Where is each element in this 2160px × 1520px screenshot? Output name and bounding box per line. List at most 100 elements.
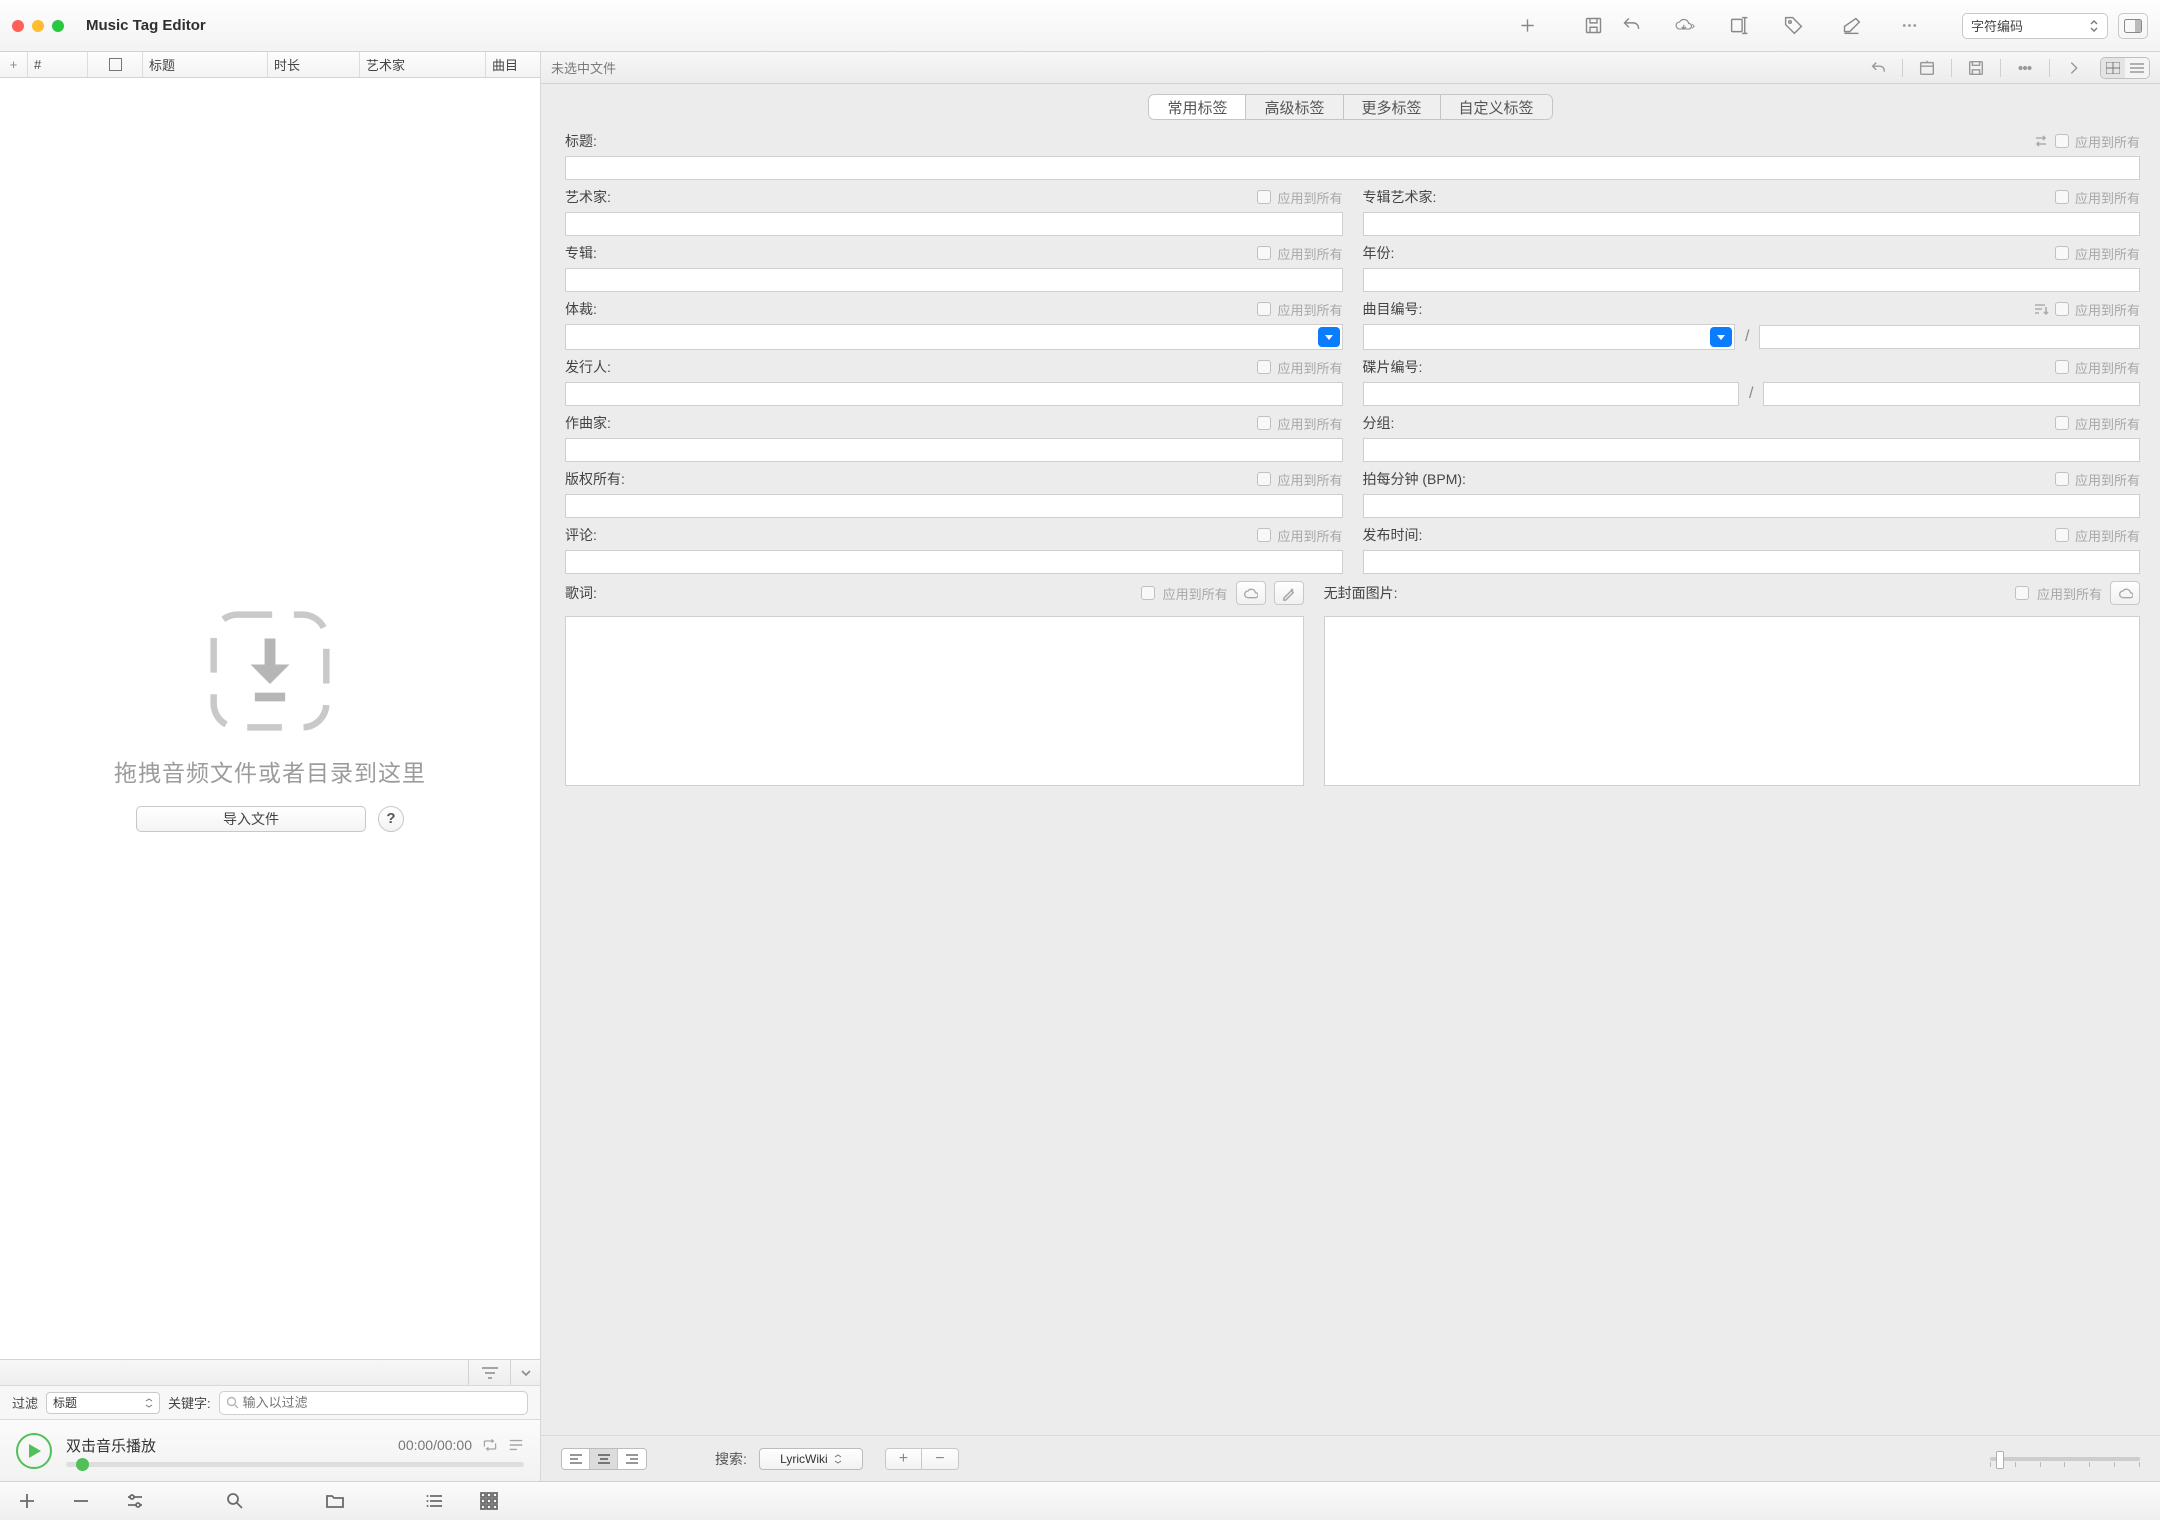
publisher-input[interactable] [565,382,1343,406]
add-file-button[interactable] [1508,8,1546,44]
close-window-button[interactable] [12,20,24,32]
tab-custom[interactable]: 自定义标签 [1440,94,1553,120]
album-apply-check[interactable] [1257,246,1271,260]
album-artist-input[interactable] [1363,212,2141,236]
detail-more-button[interactable] [2011,56,2039,80]
playlist-icon[interactable] [508,1437,524,1453]
bb-list-view-button[interactable] [422,1488,448,1514]
search-icon [226,1396,239,1409]
import-files-button[interactable]: 导入文件 [136,806,366,832]
year-apply-check[interactable] [2055,246,2069,260]
bb-add-button[interactable] [14,1488,40,1514]
title-input[interactable] [565,156,2140,180]
track-total-input[interactable] [1759,325,2140,349]
toggle-right-panel[interactable] [2118,13,2148,39]
minimize-window-button[interactable] [32,20,44,32]
list-header: + # 标题 时长 艺术家 曲目 [0,52,540,78]
discno-apply-check[interactable] [2055,360,2069,374]
detail-save-button[interactable] [1962,56,1990,80]
grouping-input[interactable] [1363,438,2141,462]
tab-common[interactable]: 常用标签 [1148,94,1246,120]
release-apply-check[interactable] [2055,528,2069,542]
encoding-select[interactable]: 字符编码 [1962,13,2108,39]
align-center-button[interactable] [590,1449,618,1469]
detail-undo-button[interactable] [1864,56,1892,80]
bb-search-button[interactable] [222,1488,248,1514]
view-mode-list[interactable] [2125,58,2149,78]
add-column-button[interactable]: + [0,52,28,77]
bb-folder-button[interactable] [322,1488,348,1514]
filter-chevron-button[interactable] [510,1360,540,1385]
lyrics-apply-check[interactable] [1141,586,1155,600]
composer-apply-check[interactable] [1257,416,1271,430]
artist-apply-check[interactable] [1257,190,1271,204]
bpm-input[interactable] [1363,494,2141,518]
align-right-button[interactable] [618,1449,646,1469]
bb-config-button[interactable] [122,1488,148,1514]
cover-dropzone[interactable] [1324,616,2140,786]
zoom-window-button[interactable] [52,20,64,32]
release-time-input[interactable] [1363,550,2141,574]
zoom-slider[interactable] [1990,1457,2140,1461]
repeat-icon[interactable] [482,1437,498,1453]
albumartist-apply-check[interactable] [2055,190,2069,204]
sort-icon[interactable] [2033,301,2049,317]
title-apply-check[interactable] [2055,134,2069,148]
col-number[interactable]: # [28,52,88,77]
comment-input[interactable] [565,550,1343,574]
lyrics-edit-button[interactable] [1274,581,1304,605]
copyright-apply-check[interactable] [1257,472,1271,486]
lyrics-cloud-button[interactable] [1236,581,1266,605]
tag-button[interactable] [1774,8,1812,44]
publisher-apply-check[interactable] [1257,360,1271,374]
tab-advanced[interactable]: 高级标签 [1245,94,1343,120]
tab-more[interactable]: 更多标签 [1343,94,1441,120]
cover-add-button[interactable]: + [886,1449,922,1469]
bb-grid-view-button[interactable] [476,1488,502,1514]
filter-menu-button[interactable] [468,1360,510,1385]
search-engine-value: LyricWiki [780,1452,828,1466]
album-input[interactable] [565,268,1343,292]
filter-field-select[interactable]: 标题 [46,1392,160,1414]
drop-area[interactable]: 拖拽音频文件或者目录到这里 导入文件 ? [0,78,540,1359]
help-button[interactable]: ? [378,806,404,832]
trackno-apply-check[interactable] [2055,302,2069,316]
save-toolbar-button[interactable] [1574,8,1612,44]
col-artist[interactable]: 艺术家 [360,52,486,77]
genre-apply-check[interactable] [1257,302,1271,316]
cover-apply-check[interactable] [2015,586,2029,600]
bb-remove-button[interactable] [68,1488,94,1514]
player-progress[interactable] [66,1462,524,1467]
lyrics-textarea[interactable] [565,616,1304,786]
erase-button[interactable] [1832,8,1870,44]
bpm-apply-check[interactable] [2055,472,2069,486]
col-cover[interactable] [88,52,143,77]
play-button[interactable] [16,1433,52,1469]
filter-keyword-input[interactable] [243,1395,521,1410]
col-duration[interactable]: 时长 [268,52,360,77]
disc-total-input[interactable] [1763,382,2140,406]
comment-apply-check[interactable] [1257,528,1271,542]
reveal-button[interactable] [1913,56,1941,80]
cover-remove-button[interactable]: − [922,1449,958,1469]
align-left-button[interactable] [562,1449,590,1469]
search-engine-select[interactable]: LyricWiki [759,1448,863,1470]
disc-no-input[interactable] [1363,382,1740,406]
track-no-combo[interactable] [1363,324,1736,350]
swap-icon[interactable] [2033,133,2049,149]
cover-cloud-button[interactable] [2110,581,2140,605]
more-actions-button[interactable] [1890,8,1928,44]
year-input[interactable] [1363,268,2141,292]
composer-input[interactable] [565,438,1343,462]
col-track[interactable]: 曲目 [486,52,540,77]
batch-rename-button[interactable] [1720,8,1758,44]
cloud-download-button[interactable] [1660,8,1708,44]
view-mode-grid[interactable] [2101,58,2125,78]
grouping-apply-check[interactable] [2055,416,2069,430]
col-title[interactable]: 标题 [143,52,268,77]
copyright-input[interactable] [565,494,1343,518]
artist-input[interactable] [565,212,1343,236]
next-button[interactable] [2060,56,2088,80]
genre-combo[interactable] [565,324,1343,350]
undo-toolbar-button[interactable] [1612,8,1650,44]
